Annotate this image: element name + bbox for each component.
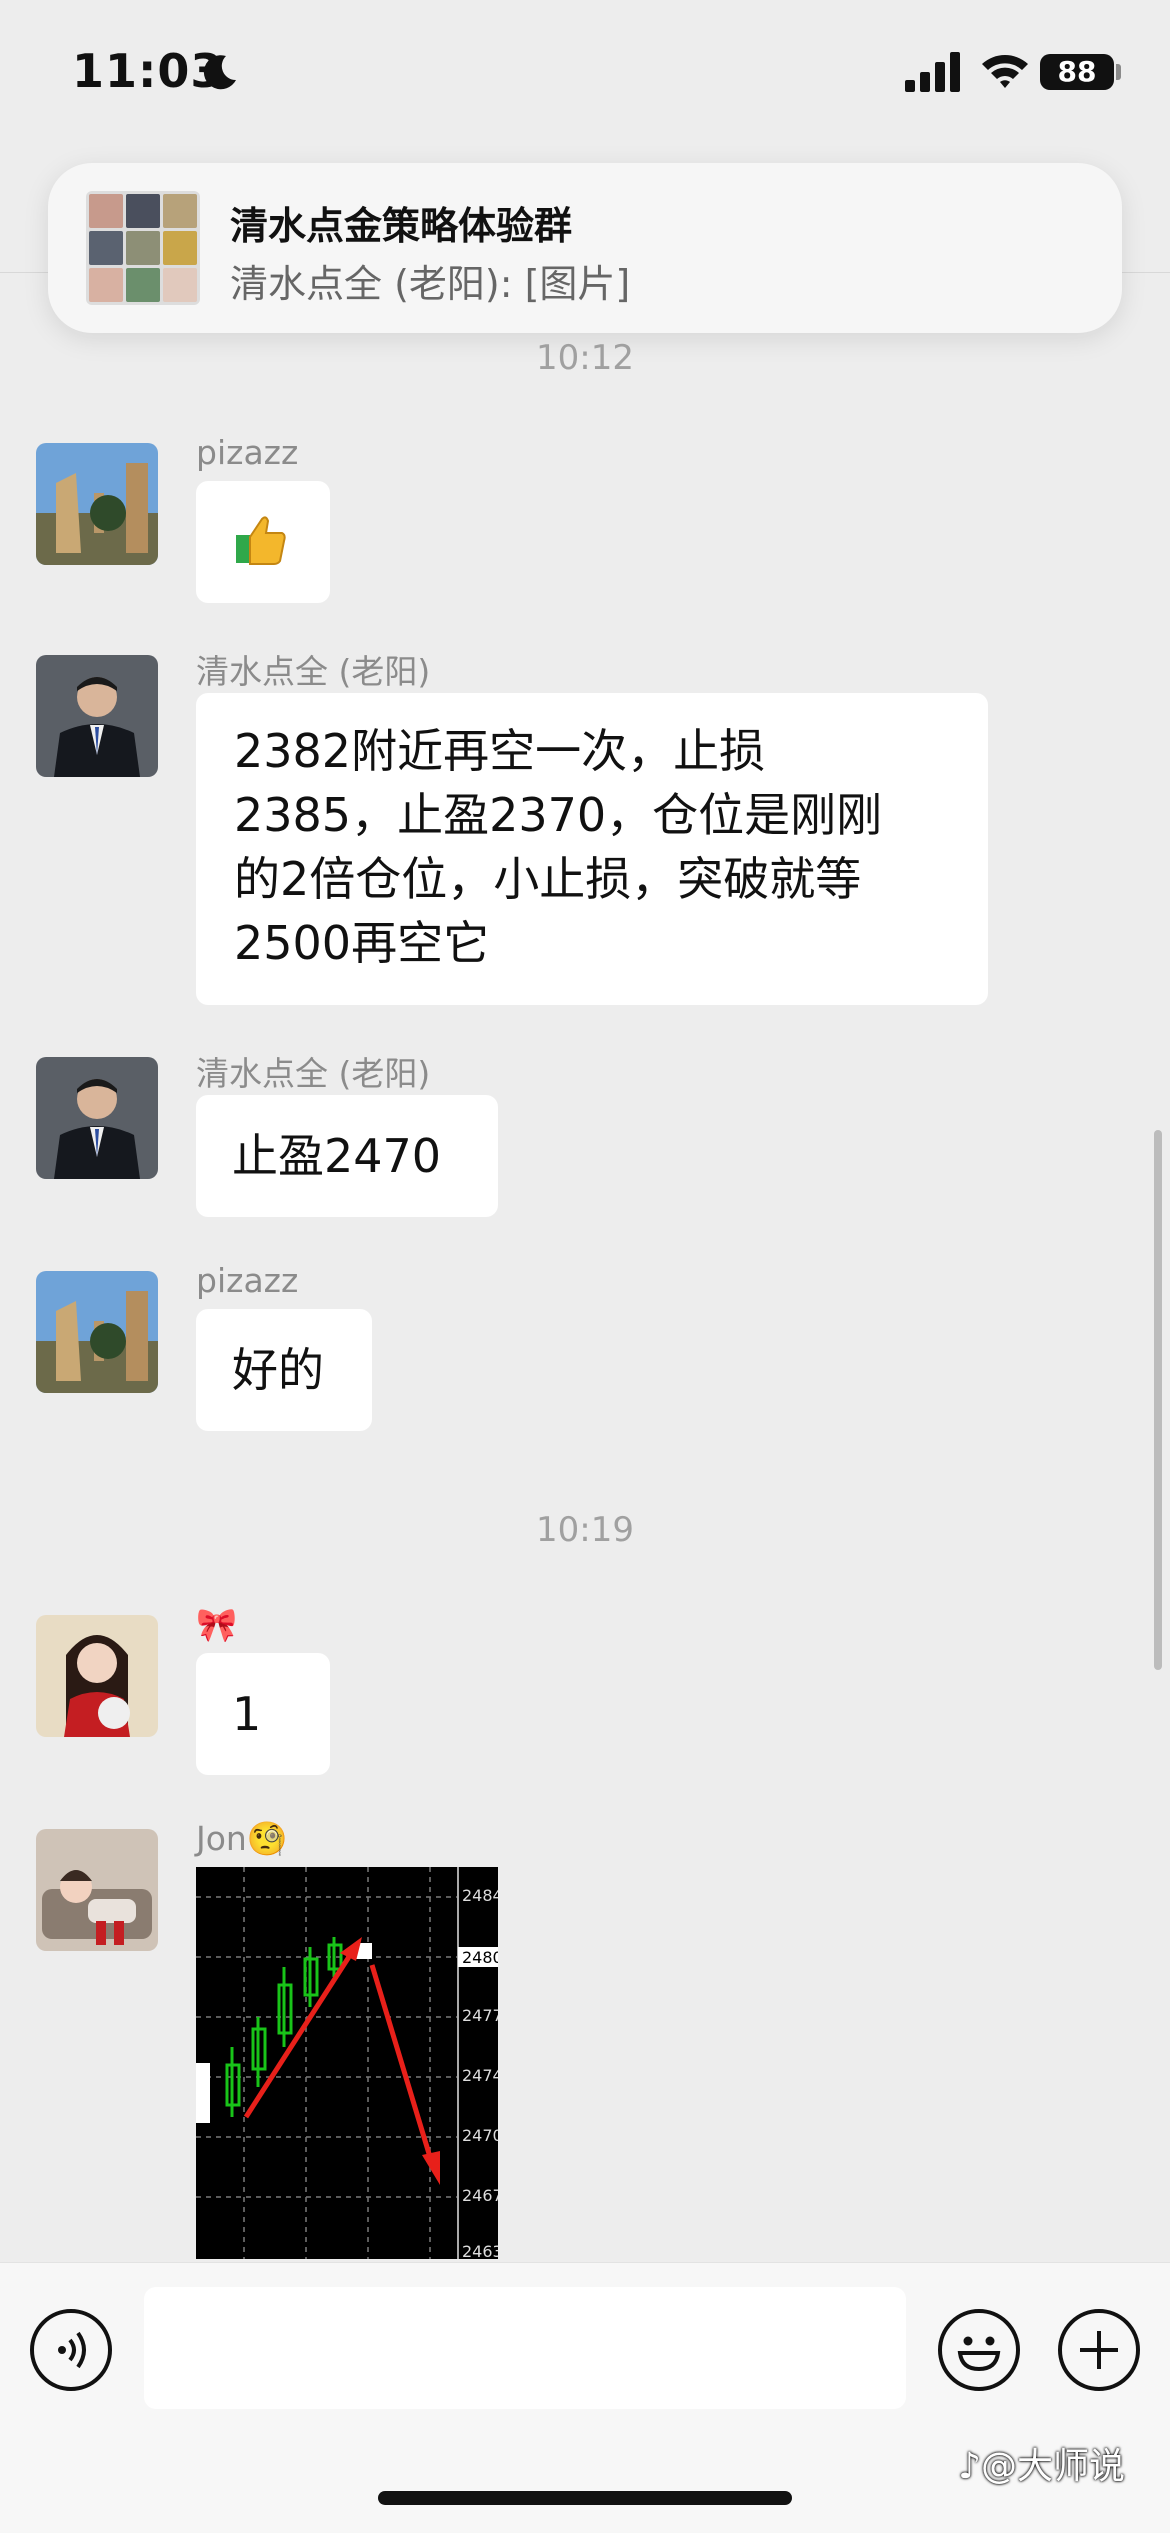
message-text-line: 的2倍仓位，小止损，突破就等 — [234, 852, 862, 906]
message-bubble[interactable]: 好的 — [196, 1309, 372, 1431]
avatar[interactable] — [36, 655, 158, 777]
message-text-line: 2500再空它 — [234, 916, 490, 970]
plus-icon — [1080, 2331, 1118, 2369]
thumbs-up-icon — [236, 516, 286, 565]
sender-name: pizazz — [196, 1261, 299, 1300]
moon-icon — [203, 55, 236, 90]
message-text: 好的 — [232, 1343, 324, 1397]
avatar[interactable] — [36, 1829, 158, 1951]
sender-name: 清水点全 (老阳) — [196, 1054, 431, 1093]
banner-preview: 清水点全 (老阳): [图片] — [230, 262, 631, 306]
sender-name: 🎀 — [196, 1605, 238, 1644]
sender-name: Jon🧐 — [196, 1819, 288, 1858]
chart-axis-label: 2463 — [462, 2242, 498, 2259]
emoji-button[interactable] — [938, 2309, 1020, 2391]
more-options-button[interactable] — [1058, 2309, 1140, 2391]
chart-axis-label: 2480 — [462, 1948, 498, 1967]
smiley-icon — [957, 2336, 1001, 2372]
battery-tip — [1116, 64, 1121, 80]
banner-title: 清水点金策略体验群 — [230, 204, 573, 248]
battery-indicator: 88 — [1040, 54, 1114, 90]
message-text: 1 — [232, 1687, 262, 1741]
chart-axis-label: 2470 — [462, 2126, 498, 2145]
group-avatar — [86, 191, 200, 305]
cellular-signal-icon — [905, 52, 960, 92]
avatar[interactable] — [36, 443, 158, 565]
wifi-icon — [982, 55, 1028, 88]
message-text-line: 2385，止盈2370，仓位是刚刚 — [234, 788, 883, 842]
avatar[interactable] — [36, 1271, 158, 1393]
avatar[interactable] — [36, 1615, 158, 1737]
message-bubble[interactable]: 2382附近再空一次，止损 2385，止盈2370，仓位是刚刚 的2倍仓位，小止… — [196, 693, 988, 1005]
message-input[interactable] — [144, 2287, 906, 2409]
chart-axis-label: 2477 — [462, 2006, 498, 2025]
sender-name: 清水点全 (老阳) — [196, 652, 431, 691]
scrollbar[interactable] — [1154, 1130, 1162, 1670]
timestamp: 10:12 — [536, 338, 634, 378]
input-bar: ♪@大师说 — [0, 2262, 1170, 2533]
message-bubble[interactable] — [196, 481, 330, 603]
home-indicator[interactable] — [378, 2491, 792, 2505]
watermark: ♪@大师说 — [958, 2446, 1125, 2487]
message-bubble[interactable]: 1 — [196, 1653, 330, 1775]
notification-banner[interactable]: 清水点金策略体验群 清水点全 (老阳): [图片] — [48, 163, 1122, 333]
candlestick-chart-image[interactable]: 2484 2480 2477 2474 2470 2467 2463 — [196, 1867, 498, 2259]
timestamp: 10:19 — [536, 1510, 634, 1550]
voice-icon — [58, 2331, 86, 2369]
chart-axis-label: 2467 — [462, 2186, 498, 2205]
message-bubble[interactable]: 止盈2470 — [196, 1095, 498, 1217]
sender-name: pizazz — [196, 433, 299, 472]
avatar[interactable] — [36, 1057, 158, 1179]
message-text: 止盈2470 — [232, 1129, 442, 1183]
message-text-line: 2382附近再空一次，止损 — [234, 724, 766, 778]
chart-axis-label: 2474 — [462, 2066, 498, 2085]
voice-input-button[interactable] — [30, 2309, 112, 2391]
status-bar: 11:03 88 — [0, 0, 1170, 150]
chart-axis-label: 2484 — [462, 1886, 498, 1905]
